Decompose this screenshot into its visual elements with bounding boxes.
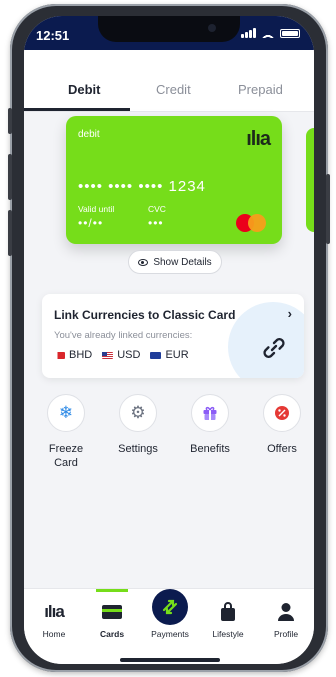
nav-payments-label: Payments [151, 629, 189, 639]
bahrain-flag-icon [54, 351, 65, 359]
offers-button[interactable] [263, 394, 301, 432]
camera-icon [208, 24, 216, 32]
gift-icon [203, 406, 217, 420]
link-currencies-title: Link Currencies to Classic Card [54, 308, 236, 322]
status-icons [241, 28, 300, 38]
linked-currencies-subtitle: You've already linked currencies: [54, 330, 193, 341]
link-currencies-panel[interactable]: Link Currencies to Classic Card › You've… [42, 294, 304, 378]
home-indicator[interactable] [120, 658, 220, 662]
valid-until-label: Valid until [78, 204, 115, 214]
settings-action[interactable]: ⚙ Settings [108, 394, 168, 456]
eye-icon [138, 258, 149, 266]
nav-profile-label: Profile [273, 629, 299, 639]
person-icon [278, 603, 294, 621]
cvc-label: CVC [148, 204, 166, 214]
card-number: •••• •••• •••• 1234 [78, 178, 206, 195]
tab-debit[interactable]: Debit [68, 82, 101, 97]
transfer-arrows-icon [162, 599, 178, 615]
tab-prepaid[interactable]: Prepaid [238, 82, 283, 97]
status-bar: 12:51 [24, 16, 314, 50]
payments-button[interactable] [152, 589, 188, 625]
settings-button[interactable]: ⚙ [119, 394, 157, 432]
ila-logo-icon: ılıa [44, 602, 65, 621]
notch [98, 16, 240, 42]
percent-badge-icon [275, 406, 289, 420]
nav-lifestyle[interactable]: Lifestyle [200, 599, 256, 639]
offers-label: Offers [267, 443, 297, 455]
benefits-action[interactable]: Benefits [180, 394, 240, 456]
nav-lifestyle-label: Lifestyle [212, 629, 244, 639]
settings-label: Settings [118, 443, 158, 455]
nav-payments[interactable]: Payments [142, 589, 198, 639]
tab-credit[interactable]: Credit [156, 82, 191, 97]
freeze-card-action[interactable]: ❄ Freeze Card [36, 394, 96, 470]
currency-eur: EUR [150, 349, 189, 361]
app-screen: 12:51 Debit Credit Prepaid debit ılıa ••… [24, 16, 314, 664]
wifi-icon [261, 28, 275, 38]
nav-active-indicator [96, 589, 128, 592]
mastercard-logo-icon [236, 214, 270, 232]
benefits-button[interactable] [191, 394, 229, 432]
benefits-label: Benefits [190, 443, 230, 455]
currency-usd: USD [102, 349, 140, 361]
volume-down-button [8, 210, 12, 256]
shopping-bag-icon [221, 602, 235, 621]
us-flag-icon [102, 351, 114, 359]
volume-up-button [8, 154, 12, 200]
valid-until-value: ••/•• [78, 216, 104, 230]
bottom-nav: ılıa Home Cards Payments Lifestyle Profi… [24, 588, 314, 664]
linked-currencies-list: BHD USD EUR [54, 349, 189, 361]
debit-card[interactable]: debit ılıa •••• •••• •••• 1234 Valid unt… [66, 116, 282, 244]
gear-icon: ⚙ [130, 403, 146, 422]
signal-icon [241, 28, 256, 38]
show-details-label: Show Details [153, 256, 212, 268]
power-button [326, 174, 330, 244]
nav-profile[interactable]: Profile [258, 599, 314, 639]
offers-action[interactable]: Offers [252, 394, 312, 456]
show-details-button[interactable]: Show Details [128, 250, 222, 274]
eu-flag-icon [150, 351, 162, 359]
nav-cards-label: Cards [99, 629, 125, 639]
chevron-right-icon[interactable]: › [288, 306, 292, 321]
nav-home-label: Home [42, 629, 66, 639]
currency-bhd: BHD [54, 349, 92, 361]
freeze-card-label: Freeze Card [48, 443, 84, 469]
snowflake-icon: ❄ [58, 403, 74, 422]
chain-link-icon [263, 338, 285, 358]
battery-icon [280, 28, 300, 38]
freeze-card-button[interactable]: ❄ [47, 394, 85, 432]
card-type-label: debit [78, 129, 100, 140]
mute-switch [8, 108, 12, 134]
card-type-tabs: Debit Credit Prepaid [24, 50, 314, 112]
tab-active-indicator [24, 108, 130, 111]
nav-home[interactable]: ılıa Home [26, 599, 82, 639]
cvc-value: ••• [148, 216, 164, 230]
card-icon [102, 605, 122, 619]
ila-logo-icon: ılıa [246, 128, 271, 150]
next-card-peek[interactable] [306, 128, 314, 232]
nav-cards[interactable]: Cards [84, 599, 140, 639]
status-time: 12:51 [36, 28, 70, 43]
